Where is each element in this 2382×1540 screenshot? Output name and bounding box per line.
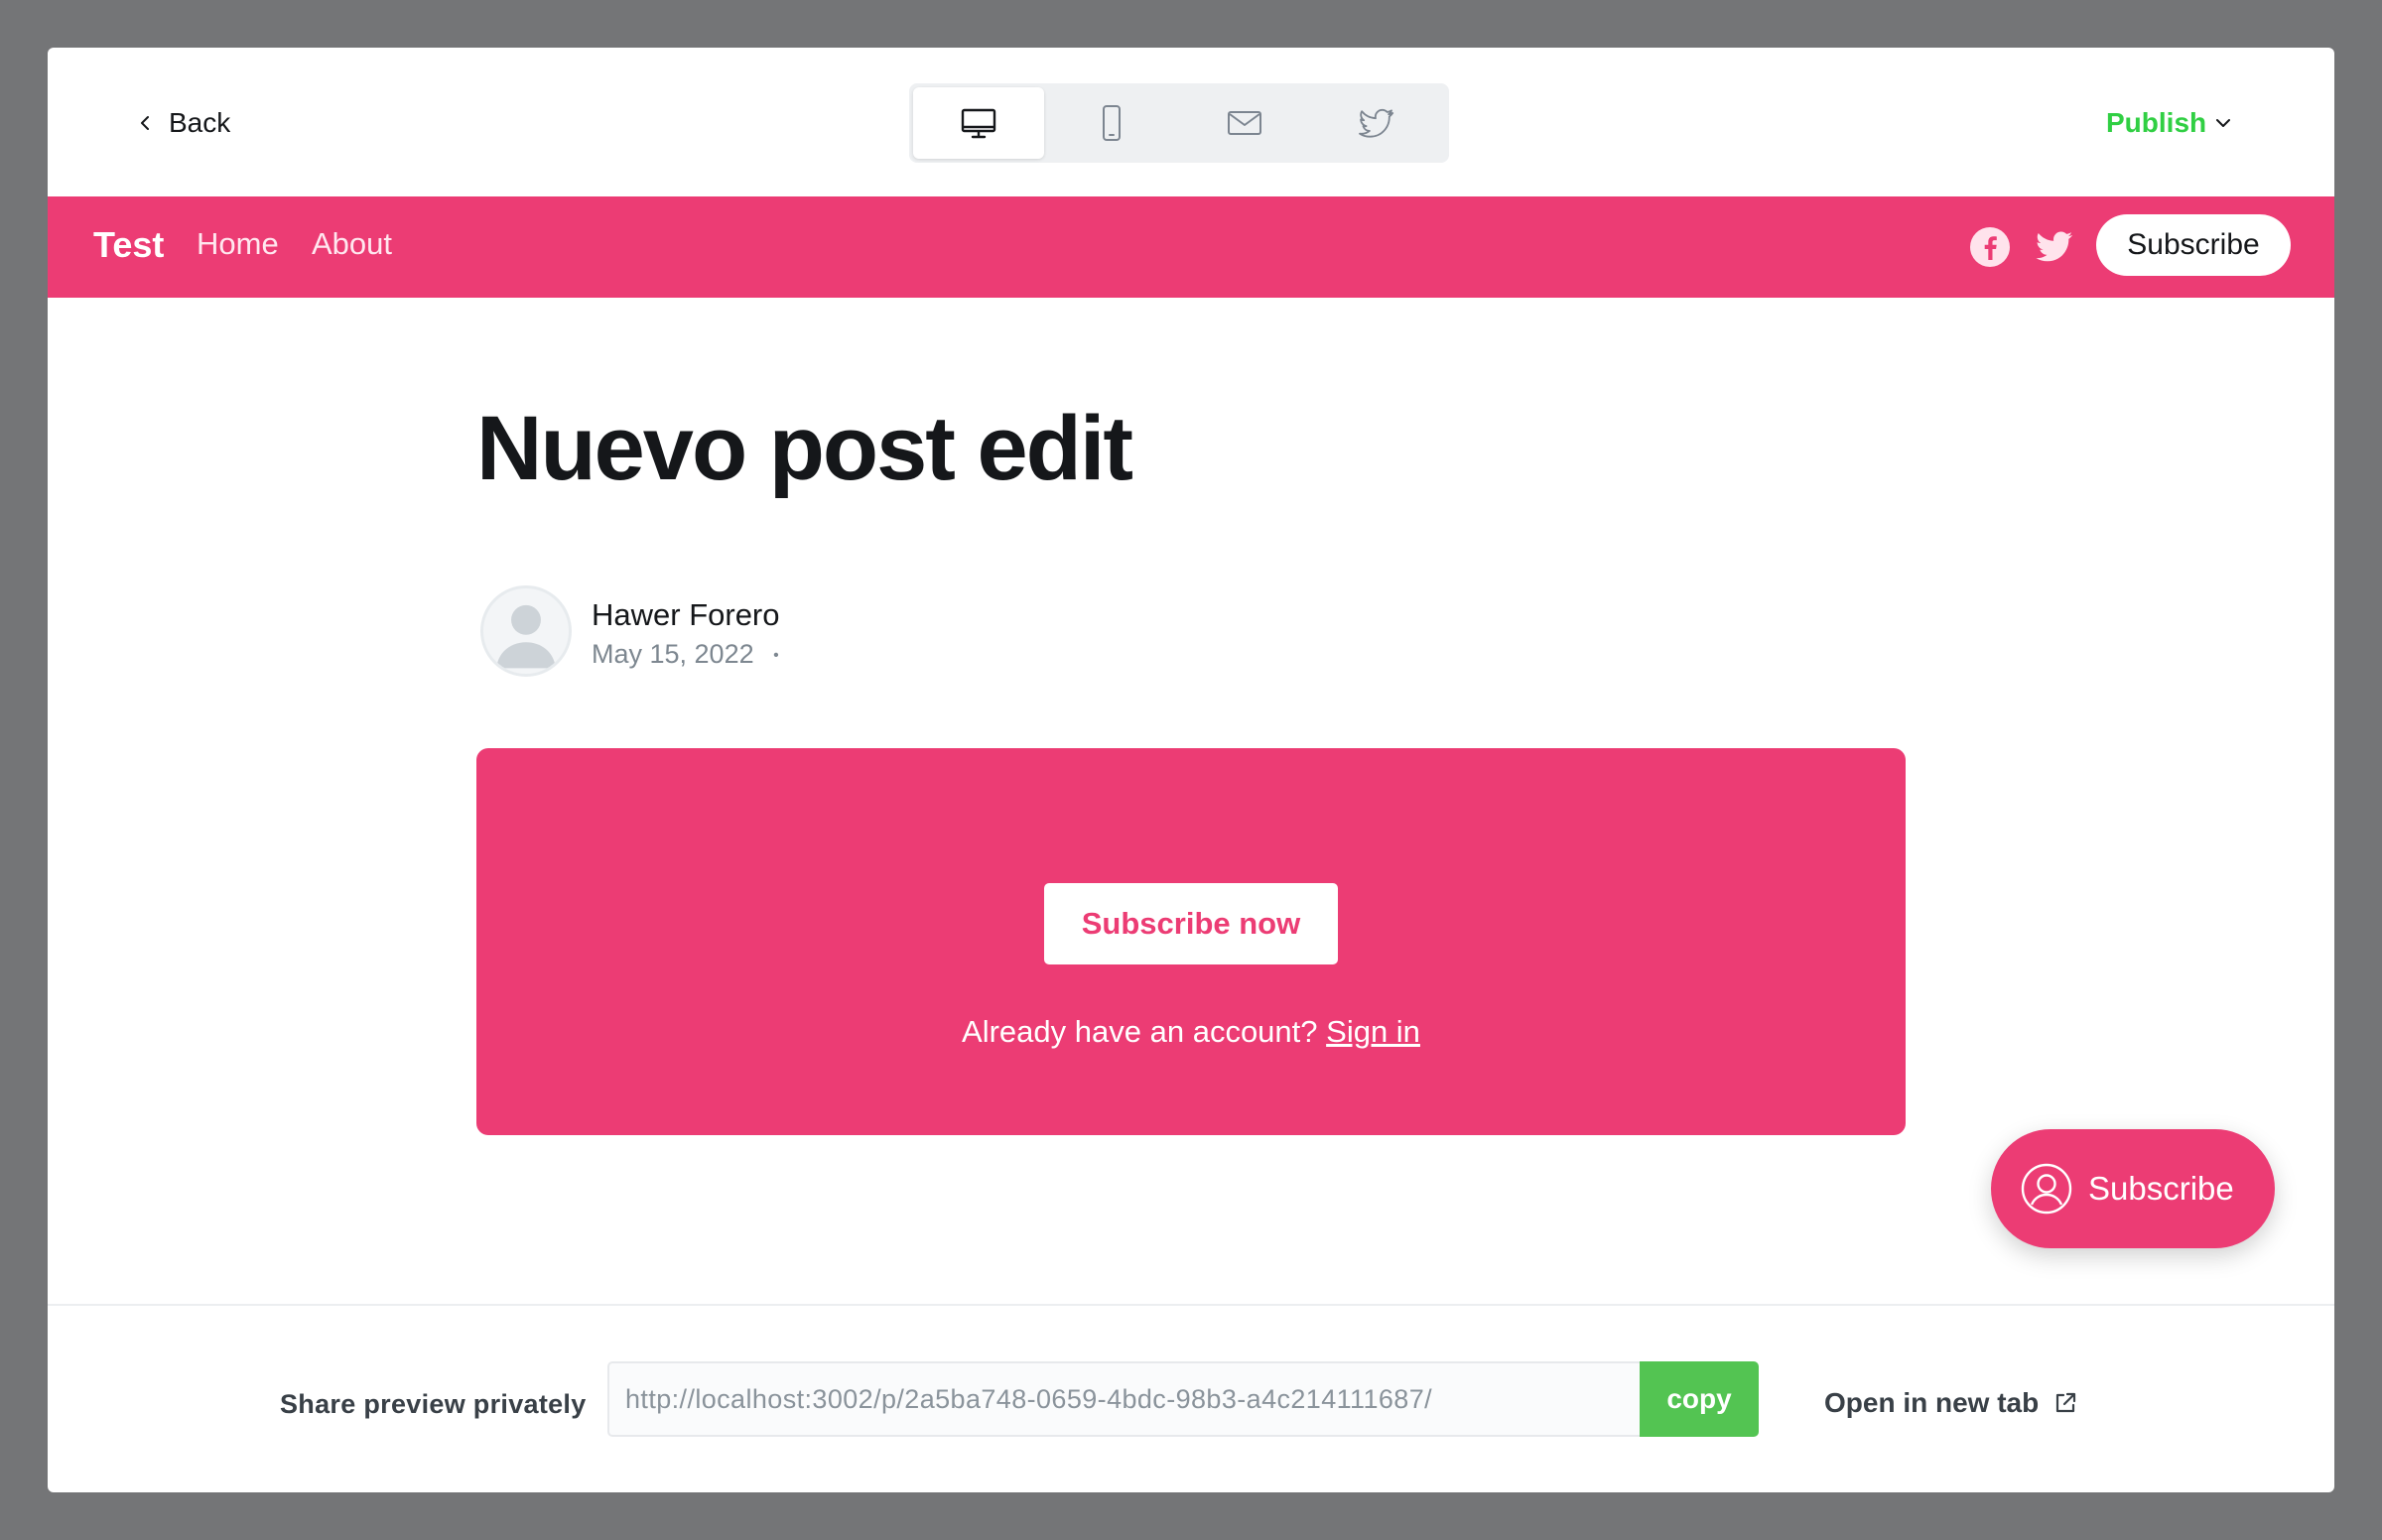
desktop-preview-button[interactable] [913,87,1044,159]
twitter-icon[interactable] [2035,228,2074,266]
author-name[interactable]: Hawer Forero [592,597,780,633]
chevron-down-icon [2216,119,2231,127]
twitter-preview-button[interactable] [1312,87,1443,159]
open-in-new-tab-link[interactable]: Open in new tab [1824,1385,2078,1421]
open-in-new-tab-label: Open in new tab [1824,1387,2040,1418]
user-circle-icon [2021,1163,2072,1215]
publish-dropdown[interactable]: Publish [2106,103,2232,143]
share-preview-label: Share preview privately [280,1389,587,1419]
post-title: Nuevo post edit [476,398,1133,499]
subscribe-cta: Subscribe now Already have an account? S… [476,748,1906,1135]
email-preview-button[interactable] [1179,87,1310,159]
publish-label: Publish [2106,107,2207,138]
preview-toolbar: Back Publish [48,48,2334,196]
signin-prompt-text: Already have an account? [962,1014,1318,1049]
share-url-field[interactable] [607,1361,1642,1437]
nav-link-about[interactable]: About [312,226,392,262]
portal-subscribe-button[interactable]: Subscribe [1991,1129,2275,1248]
author-avatar[interactable] [480,585,572,677]
nav-link-home[interactable]: Home [197,226,279,262]
post-date: May 15, 2022 • [592,639,779,670]
post-date-text: May 15, 2022 [592,639,754,669]
device-switcher [909,83,1449,163]
subscribe-now-button[interactable]: Subscribe now [1044,883,1338,964]
mobile-icon [1103,105,1121,141]
chevron-left-icon [141,116,149,130]
preview-modal: Back Publish Test Home About Subscribe N… [48,48,2334,1492]
back-button[interactable]: Back [135,103,230,143]
site-header: Test Home About Subscribe [48,196,2334,298]
signin-prompt: Already have an account? Sign in [476,1014,1906,1050]
share-footer: Share preview privately copy Open in new… [48,1304,2334,1492]
header-subscribe-button[interactable]: Subscribe [2096,214,2291,276]
envelope-icon [1228,111,1261,135]
signin-link[interactable]: Sign in [1326,1014,1420,1049]
portal-subscribe-label: Subscribe [2088,1170,2234,1207]
site-brand[interactable]: Test [93,224,164,266]
back-label: Back [169,107,231,138]
user-placeholder-icon [496,604,556,669]
mobile-preview-button[interactable] [1046,87,1177,159]
facebook-icon[interactable] [1969,226,2011,268]
desktop-icon [961,108,996,139]
external-link-icon [2056,1392,2076,1413]
copy-button[interactable]: copy [1640,1361,1759,1437]
twitter-outline-icon [1359,108,1394,138]
date-separator: • [773,646,779,664]
